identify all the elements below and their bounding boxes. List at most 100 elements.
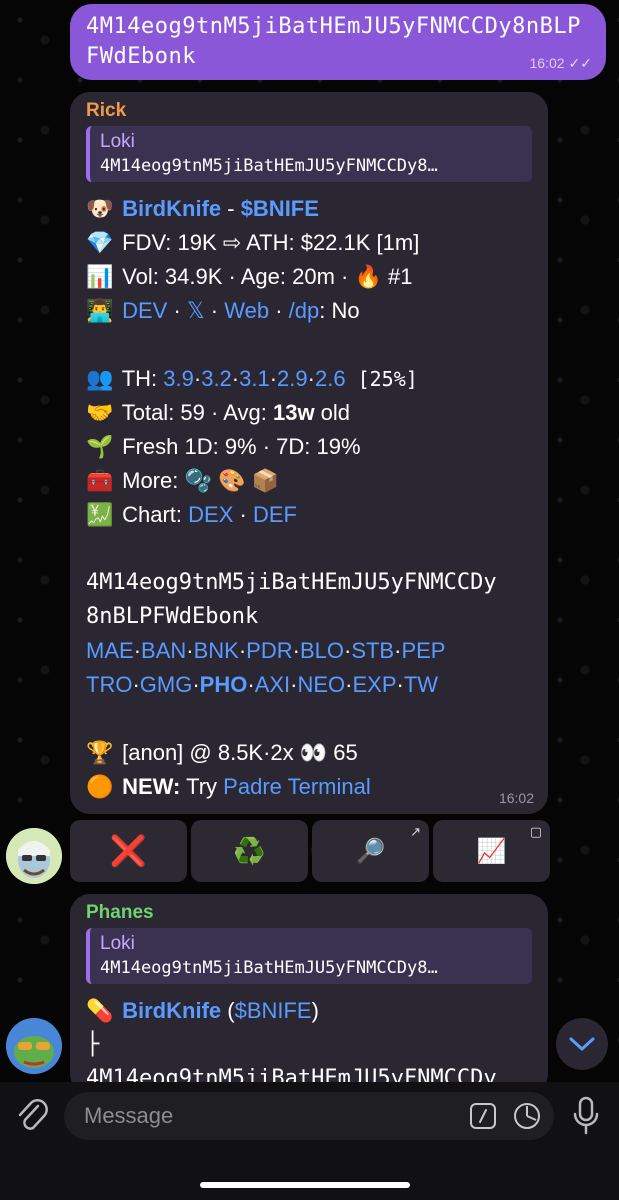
separator: - (221, 196, 241, 221)
web-app-icon: ▢ (529, 824, 542, 839)
platform-link[interactable]: BAN (141, 638, 186, 663)
bot-commands-icon[interactable] (470, 1103, 496, 1129)
external-link-icon: ↗ (410, 824, 421, 839)
reply-quote[interactable]: Loki 4M14eog9tnM5jiBatHEmJU5yFNMCCDy8… (86, 928, 532, 984)
trophy-text: [anon] @ 8.5K·2x 👀 65 (122, 740, 358, 765)
th-suffix: [25%] (345, 367, 418, 391)
microphone-icon[interactable] (570, 1096, 602, 1136)
holder-link[interactable]: 3.1 (239, 366, 270, 391)
chart-line: 💹 Chart: DEX · DEF (86, 498, 532, 532)
chart-yen-icon: 💹 (86, 502, 114, 527)
platform-links-row-2: TRO·GMG·PHO·AXI·NEO·EXP·TW (86, 672, 439, 697)
platform-link[interactable]: TRO (86, 672, 132, 697)
close-button[interactable]: ❌ (70, 820, 187, 882)
rick-avatar[interactable] (6, 828, 62, 884)
trophy-icon: 🏆 (86, 740, 114, 765)
volume-text: Vol: 34.9K · Age: 20m · 🔥 #1 (122, 264, 413, 289)
th-label: TH: (121, 366, 164, 391)
chart-button[interactable]: 📈 ▢ (433, 820, 550, 882)
avg-age: 13w (272, 400, 315, 425)
close-icon: ❌ (109, 834, 148, 868)
holder-link[interactable]: 3.2 (201, 366, 232, 391)
platform-link[interactable]: STB (351, 638, 394, 663)
ticker-link[interactable]: $BNIFE (235, 998, 312, 1023)
fdv-line: 💎 FDV: 19K ⇨ ATH: $22.1K [1m] (86, 226, 532, 260)
message-input-container[interactable] (64, 1092, 554, 1140)
platform-link[interactable]: AXI (255, 672, 290, 697)
token-name-link[interactable]: BirdKnife (122, 196, 221, 221)
reply-text: 4M14eog9tnM5jiBatHEmJU5yFNMCCDy8… (100, 156, 438, 176)
dex-link[interactable]: DEX (188, 502, 233, 527)
platform-link[interactable]: EXP (353, 672, 397, 697)
developer-icon: 👨‍💻 (86, 298, 114, 323)
pill-icon: 💊 (86, 998, 114, 1023)
token-title-line: 💊 BirdKnife ($BNIFE) (86, 994, 532, 1028)
slash-icon (479, 1109, 487, 1123)
platform-link[interactable]: PDR (246, 638, 292, 663)
holder-link[interactable]: 2.9 (277, 366, 308, 391)
new-text: Try (180, 774, 224, 799)
scan-button[interactable]: 🔎 ↗ (312, 820, 429, 882)
holder-link[interactable]: 2.6 (315, 366, 346, 391)
home-indicator (200, 1182, 410, 1188)
reply-text: 4M14eog9tnM5jiBatHEmJU5yFNMCCDy8… (100, 958, 438, 978)
message-meta: 16:02 ✓✓ (529, 55, 592, 72)
outgoing-message[interactable]: 4M14eog9tnM5jiBatHEmJU5yFNMCCDy8nBLPFWdE… (70, 4, 606, 80)
platform-link[interactable]: NEO (297, 672, 345, 697)
more-line: 🧰 More: 🫧 🎨 📦 (86, 464, 532, 498)
holder-link[interactable]: 3.9 (163, 366, 194, 391)
dp-value: : No (319, 298, 360, 323)
reply-author: Loki (100, 131, 135, 152)
sender-name[interactable]: Rick (86, 100, 532, 122)
dev-line: 👨‍💻 DEV · 𝕏 · Web · /dp: No (86, 294, 532, 328)
chart-label: Chart: (122, 502, 189, 527)
platform-link[interactable]: MAE (86, 638, 134, 663)
trophy-line: 🏆 [anon] @ 8.5K·2x 👀 65 (86, 736, 532, 770)
orange-circle-icon: 🟠 (86, 774, 114, 799)
dp-link[interactable]: /dp (289, 298, 320, 323)
reply-author: Loki (100, 933, 135, 954)
fresh-text: Fresh 1D: 9% · 7D: 19% (122, 434, 361, 459)
platform-links-row-1: MAE·BAN·BNK·PDR·BLO·STB·PEP (86, 638, 446, 663)
token-name-link[interactable]: BirdKnife (122, 998, 221, 1023)
paperclip-icon[interactable] (14, 1096, 50, 1136)
padre-terminal-link[interactable]: Padre Terminal (223, 774, 371, 799)
platform-link[interactable]: GMG (140, 672, 193, 697)
platform-link[interactable]: BLO (300, 638, 344, 663)
token-title-line: 🐶 BirdKnife - $BNIFE (86, 192, 532, 226)
volume-line: 📊 Vol: 34.9K · Age: 20m · 🔥 #1 (86, 260, 532, 294)
contract-address-line-2[interactable]: 8nBLPFWdEbonk (86, 600, 532, 634)
total-suffix: old (314, 400, 351, 425)
rick-message[interactable]: Rick Loki 4M14eog9tnM5jiBatHEmJU5yFNMCCD… (70, 92, 548, 814)
chart-icon: 📈 (476, 837, 507, 865)
ticker-link[interactable]: $BNIFE (241, 196, 319, 221)
platform-link[interactable]: PEP (401, 638, 445, 663)
chevron-down-icon (569, 1037, 595, 1051)
message-input[interactable] (82, 1102, 446, 1130)
platform-link[interactable]: TW (404, 672, 438, 697)
platform-link[interactable]: PHO (200, 672, 248, 697)
phanes-avatar[interactable] (6, 1018, 62, 1074)
x-link[interactable]: 𝕏 (187, 298, 205, 323)
platform-link[interactable]: BNK (194, 638, 239, 663)
sender-name[interactable]: Phanes (86, 902, 532, 924)
phanes-message[interactable]: Phanes Loki 4M14eog9tnM5jiBatHEmJU5yFNMC… (70, 894, 548, 1094)
dev-link[interactable]: DEV (122, 298, 167, 323)
more-text[interactable]: More: 🫧 🎨 📦 (122, 468, 279, 493)
phanes-avatar-image (6, 1018, 62, 1074)
new-line: 🟠 NEW: Try Padre Terminal (86, 770, 532, 804)
def-link[interactable]: DEF (253, 502, 297, 527)
ticker-close: ) (311, 998, 319, 1023)
bar-chart-icon: 📊 (86, 264, 114, 289)
refresh-button[interactable]: ♻️ (191, 820, 308, 882)
reply-quote[interactable]: Loki 4M14eog9tnM5jiBatHEmJU5yFNMCCDy8… (86, 126, 532, 182)
sticker-icon[interactable] (514, 1103, 540, 1129)
scroll-to-bottom-button[interactable] (556, 1018, 608, 1070)
read-checks-icon: ✓✓ (568, 55, 592, 71)
web-link[interactable]: Web (224, 298, 269, 323)
ticker-open: ( (221, 998, 235, 1023)
contract-address-line-1[interactable]: 4M14eog9tnM5jiBatHEmJU5yFNMCCDy (86, 566, 532, 600)
